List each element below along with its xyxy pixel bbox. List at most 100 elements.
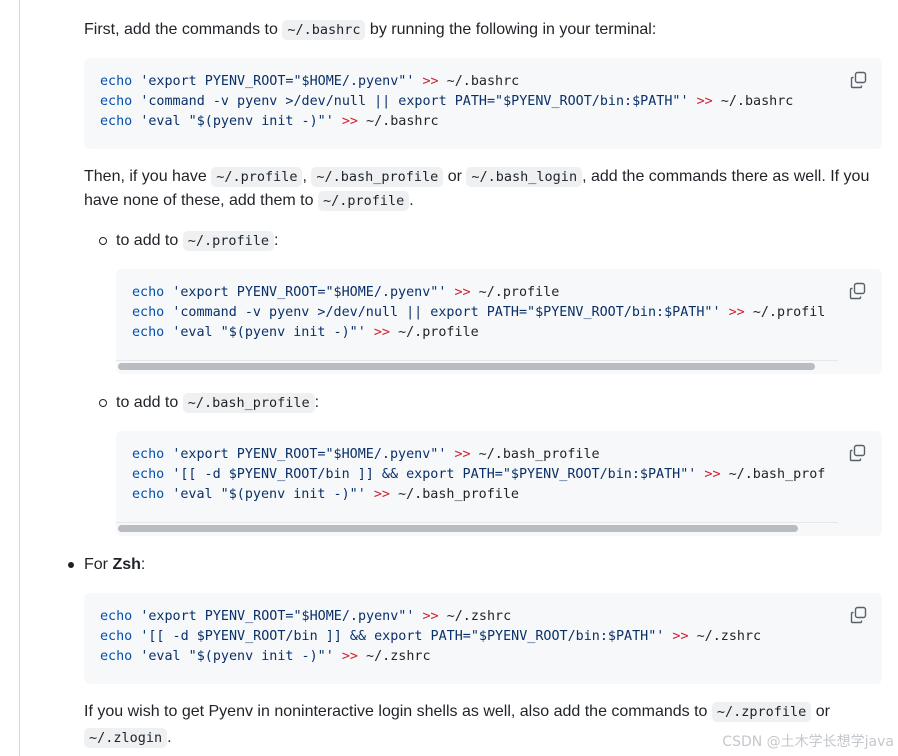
code-token: >> (341, 114, 358, 129)
code-token: ~/.zshrc (357, 649, 431, 664)
inline-code-bash-login: ~/.bash_login (466, 167, 583, 187)
code-line: echo 'eval "$(pyenv init -)"' >> ~/.bash… (132, 485, 825, 505)
code-token: >> (728, 305, 745, 320)
code-token: >> (704, 467, 721, 482)
code-token: ~/.bashrc (357, 114, 439, 129)
profile-text-4: , add the commands there as well. If you (582, 168, 870, 185)
scrollbar-thumb[interactable] (118, 525, 798, 532)
intro-paragraph: First, add the commands to ~/.bashrc by … (84, 18, 880, 42)
code-token: 'export PYENV_ROOT="$HOME/.pyenv"' (140, 609, 415, 624)
copy-icon[interactable] (850, 606, 868, 624)
code-block-bashrc: echo 'export PYENV_ROOT="$HOME/.pyenv"' … (84, 58, 882, 149)
code-token: ~/.zshrc (688, 629, 762, 644)
profile-paragraph-line2: have none of these, add them to ~/.profi… (84, 189, 880, 213)
code-token: 'command -v pyenv >/dev/null || export P… (172, 305, 721, 320)
code-token: ~/.bash_profile (470, 447, 600, 462)
list-item-bash-profile: to add to ~/.bash_profile: (116, 391, 319, 415)
list-item-text: to add to (116, 232, 183, 249)
inline-code-zlogin: ~/.zlogin (84, 728, 168, 748)
list-item-text: For (84, 556, 113, 573)
code-token: >> (373, 325, 390, 340)
copy-icon[interactable] (850, 71, 868, 89)
code-line: echo 'eval "$(pyenv init -)"' >> ~/.prof… (132, 323, 825, 343)
code-block-bash-profile: echo 'export PYENV_ROOT="$HOME/.pyenv"' … (116, 431, 882, 536)
code-token: '[[ -d $PYENV_ROOT/bin ]] && export PATH… (172, 467, 697, 482)
inline-code-profile-2: ~/.profile (317, 191, 410, 211)
code-token: >> (422, 74, 439, 89)
code-token: echo (100, 114, 133, 129)
code-line: echo 'export PYENV_ROOT="$HOME/.pyenv"' … (100, 607, 761, 627)
code-token: echo (132, 325, 165, 340)
code-token: ~/.zshrc (438, 609, 512, 624)
code-token: 'export PYENV_ROOT="$HOME/.pyenv"' (172, 285, 447, 300)
profile-text-5: have none of these, add them to (84, 192, 318, 209)
code-token: ~/.bashrc (712, 94, 794, 109)
profile-text-6: . (409, 192, 414, 209)
noninteractive-text: If you wish to get Pyenv in noninteracti… (84, 703, 712, 720)
code-lines-zshrc: echo 'export PYENV_ROOT="$HOME/.pyenv"' … (100, 607, 761, 667)
code-token: ~/.profile (470, 285, 560, 300)
profile-text-3: or (443, 168, 467, 185)
zsh-bold-label: Zsh (112, 556, 141, 573)
intro-text: First, add the commands to (84, 21, 283, 38)
horizontal-scrollbar[interactable] (116, 360, 838, 371)
inline-code-bashrc: ~/.bashrc (282, 20, 366, 40)
list-bullet-solid (68, 562, 74, 568)
scrollbar-thumb[interactable] (118, 363, 815, 370)
code-token: 'eval "$(pyenv init -)"' (140, 114, 334, 129)
profile-text-1: Then, if you have (84, 168, 212, 185)
code-line: echo '[[ -d $PYENV_ROOT/bin ]] && export… (100, 627, 761, 647)
inline-code-zprofile: ~/.zprofile (711, 702, 812, 722)
list-item-zsh: For Zsh: (84, 553, 145, 577)
inline-code-bash-profile: ~/.bash_profile (311, 167, 444, 187)
code-token: echo (132, 305, 165, 320)
code-line: echo 'command -v pyenv >/dev/null || exp… (132, 303, 825, 323)
code-token: echo (132, 467, 165, 482)
code-token: echo (100, 74, 133, 89)
profile-paragraph: Then, if you have ~/.profile, ~/.bash_pr… (84, 165, 880, 189)
code-token: ~/.bash_prof (720, 467, 826, 482)
csdn-watermark: CSDN @土木学长想学java (722, 734, 894, 750)
code-line: echo 'eval "$(pyenv init -)"' >> ~/.zshr… (100, 647, 761, 667)
inline-code-profile-3: ~/.profile (182, 231, 274, 251)
copy-icon[interactable] (849, 444, 867, 462)
code-token: echo (100, 649, 133, 664)
code-line: echo 'command -v pyenv >/dev/null || exp… (100, 92, 793, 112)
code-token: >> (341, 649, 358, 664)
code-lines-bash-profile: echo 'export PYENV_ROOT="$HOME/.pyenv"' … (132, 445, 825, 505)
code-token: echo (100, 609, 133, 624)
code-token: ~/.profil (744, 305, 826, 320)
code-token: 'export PYENV_ROOT="$HOME/.pyenv"' (140, 74, 415, 89)
code-token: 'eval "$(pyenv init -)"' (172, 487, 366, 502)
code-token: >> (422, 609, 439, 624)
code-line: echo 'export PYENV_ROOT="$HOME/.pyenv"' … (132, 445, 825, 465)
code-block-zshrc: echo 'export PYENV_ROOT="$HOME/.pyenv"' … (84, 593, 882, 684)
intro-text-end: by running the following in your termina… (365, 21, 657, 38)
code-token: 'export PYENV_ROOT="$HOME/.pyenv"' (172, 447, 447, 462)
list-item-colon: : (314, 394, 320, 411)
code-token: echo (132, 447, 165, 462)
code-token: ~/.profile (389, 325, 479, 340)
noninteractive-period: . (167, 729, 172, 746)
code-line: echo 'eval "$(pyenv init -)"' >> ~/.bash… (100, 112, 793, 132)
copy-icon[interactable] (849, 282, 867, 300)
horizontal-scrollbar[interactable] (116, 522, 838, 533)
code-token: 'command -v pyenv >/dev/null || export P… (140, 94, 689, 109)
code-token: ~/.bashrc (438, 74, 520, 89)
noninteractive-paragraph: If you wish to get Pyenv in noninteracti… (84, 700, 880, 724)
inline-code-bash-profile-2: ~/.bash_profile (182, 393, 315, 413)
list-bullet-hollow (99, 237, 107, 245)
code-token: >> (672, 629, 689, 644)
code-line: echo 'export PYENV_ROOT="$HOME/.pyenv"' … (132, 283, 825, 303)
inline-code-profile: ~/.profile (211, 167, 303, 187)
code-token: echo (100, 629, 133, 644)
code-token: >> (454, 447, 471, 462)
code-token: echo (132, 285, 165, 300)
noninteractive-or: or (811, 703, 830, 720)
list-item-colon: : (274, 232, 279, 249)
code-token: '[[ -d $PYENV_ROOT/bin ]] && export PATH… (140, 629, 665, 644)
list-item-colon: : (140, 556, 146, 573)
